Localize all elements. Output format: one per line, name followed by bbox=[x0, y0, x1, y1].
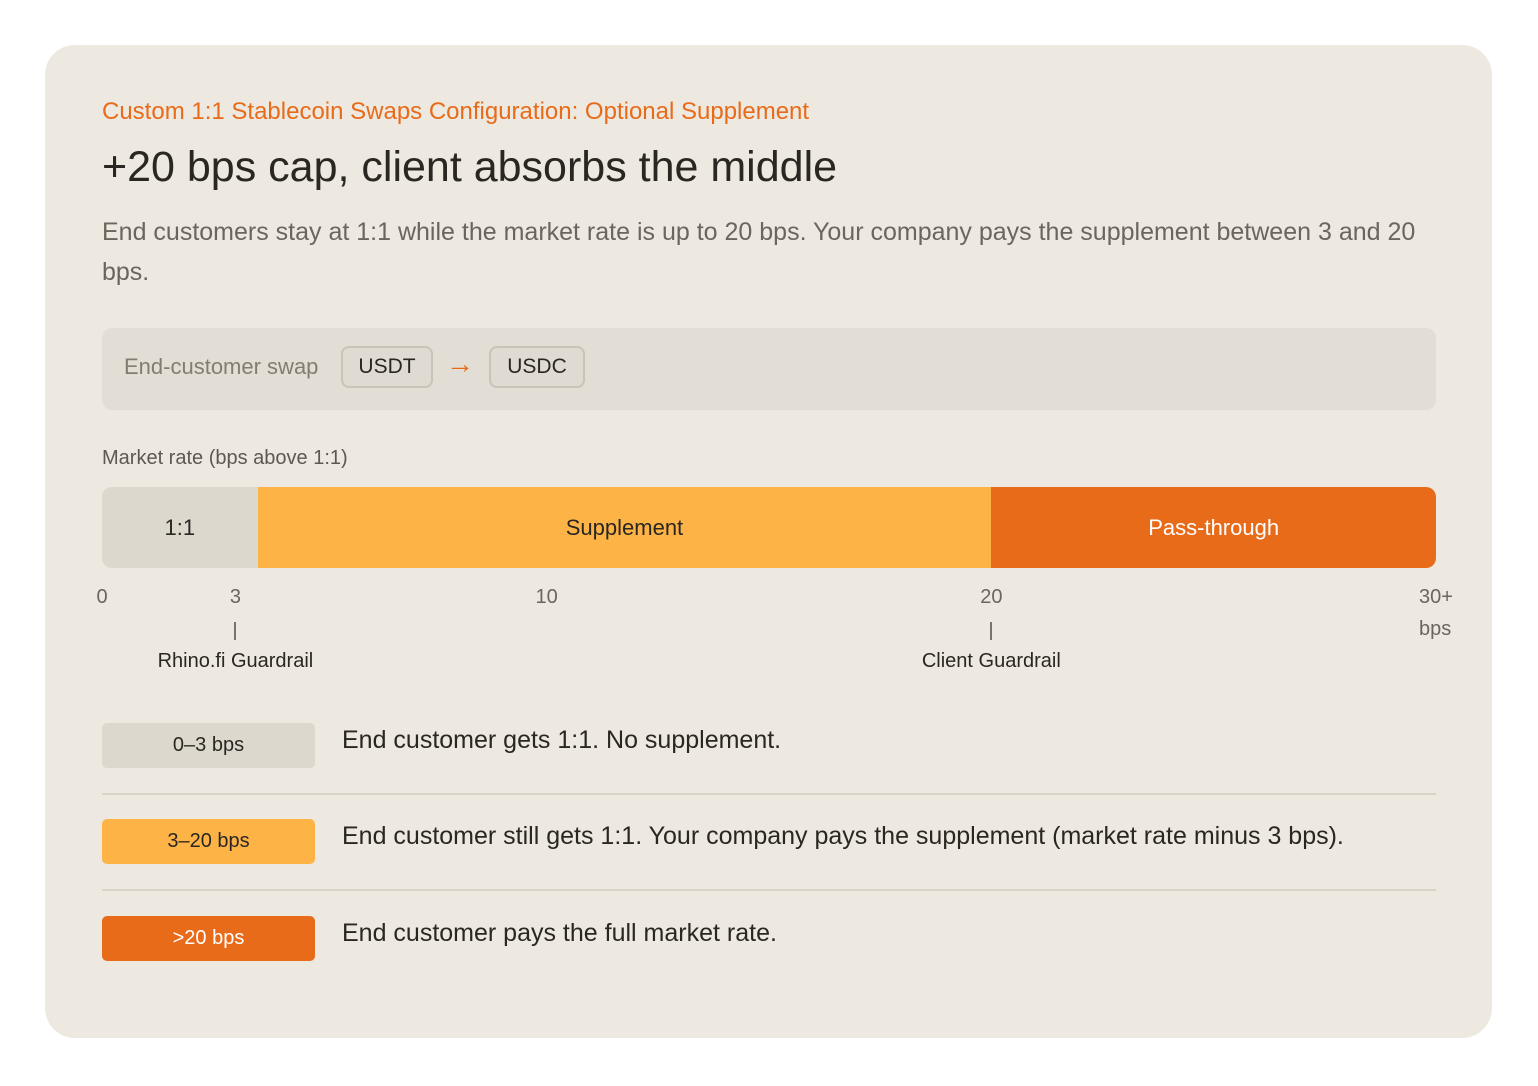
legend-divider bbox=[102, 793, 1436, 795]
rate-bar: 1:1 Supplement Pass-through bbox=[102, 487, 1436, 568]
guardrail-label: Rhino.fi Guardrail bbox=[157, 650, 314, 672]
arrow-right-icon: → bbox=[446, 348, 474, 379]
guardrail-marker bbox=[234, 622, 237, 640]
axis-title: Market rate (bps above 1:1) bbox=[102, 447, 348, 469]
legend-description: End customer pays the full market rate. bbox=[342, 919, 777, 947]
legend-description: End customer gets 1:1. No supplement. bbox=[342, 726, 782, 754]
axis-tick-label: 0 bbox=[96, 586, 108, 608]
axis-tick-label: 10 bbox=[535, 586, 558, 608]
axis-unit-label: bps bbox=[1419, 618, 1452, 640]
eyebrow-heading: Custom 1:1 Stablecoin Swaps Configuratio… bbox=[102, 98, 810, 125]
bar-segment-supplement: Supplement bbox=[257, 487, 992, 568]
page-title: +20 bps cap, client absorbs the middle bbox=[102, 143, 838, 191]
bar-segment-pass-through: Pass-through bbox=[991, 487, 1436, 568]
axis-tick-label: 3 bbox=[229, 586, 241, 608]
legend-range-badge: 3–20 bps bbox=[102, 819, 315, 864]
legend-divider bbox=[102, 889, 1436, 891]
swap-label: End-customer swap bbox=[124, 354, 319, 379]
page-description: End customers stay at 1:1 while the mark… bbox=[102, 218, 1416, 286]
axis-tick-label: 30+ bbox=[1419, 586, 1453, 608]
guardrail-marker bbox=[990, 622, 993, 640]
swap-panel: End-customer swap USDT → USDC bbox=[102, 328, 1436, 410]
to-token-chip: USDC bbox=[489, 346, 585, 388]
axis-tick-label: 20 bbox=[980, 586, 1003, 608]
legend-range-badge: >20 bps bbox=[102, 916, 315, 961]
legend-range-badge: 0–3 bps bbox=[102, 723, 315, 768]
bar-segment-1-1: 1:1 bbox=[102, 487, 258, 568]
from-token-chip: USDT bbox=[341, 346, 433, 388]
legend-description: End customer still gets 1:1. Your compan… bbox=[342, 822, 1344, 850]
guardrail-label: Client Guardrail bbox=[921, 650, 1061, 672]
